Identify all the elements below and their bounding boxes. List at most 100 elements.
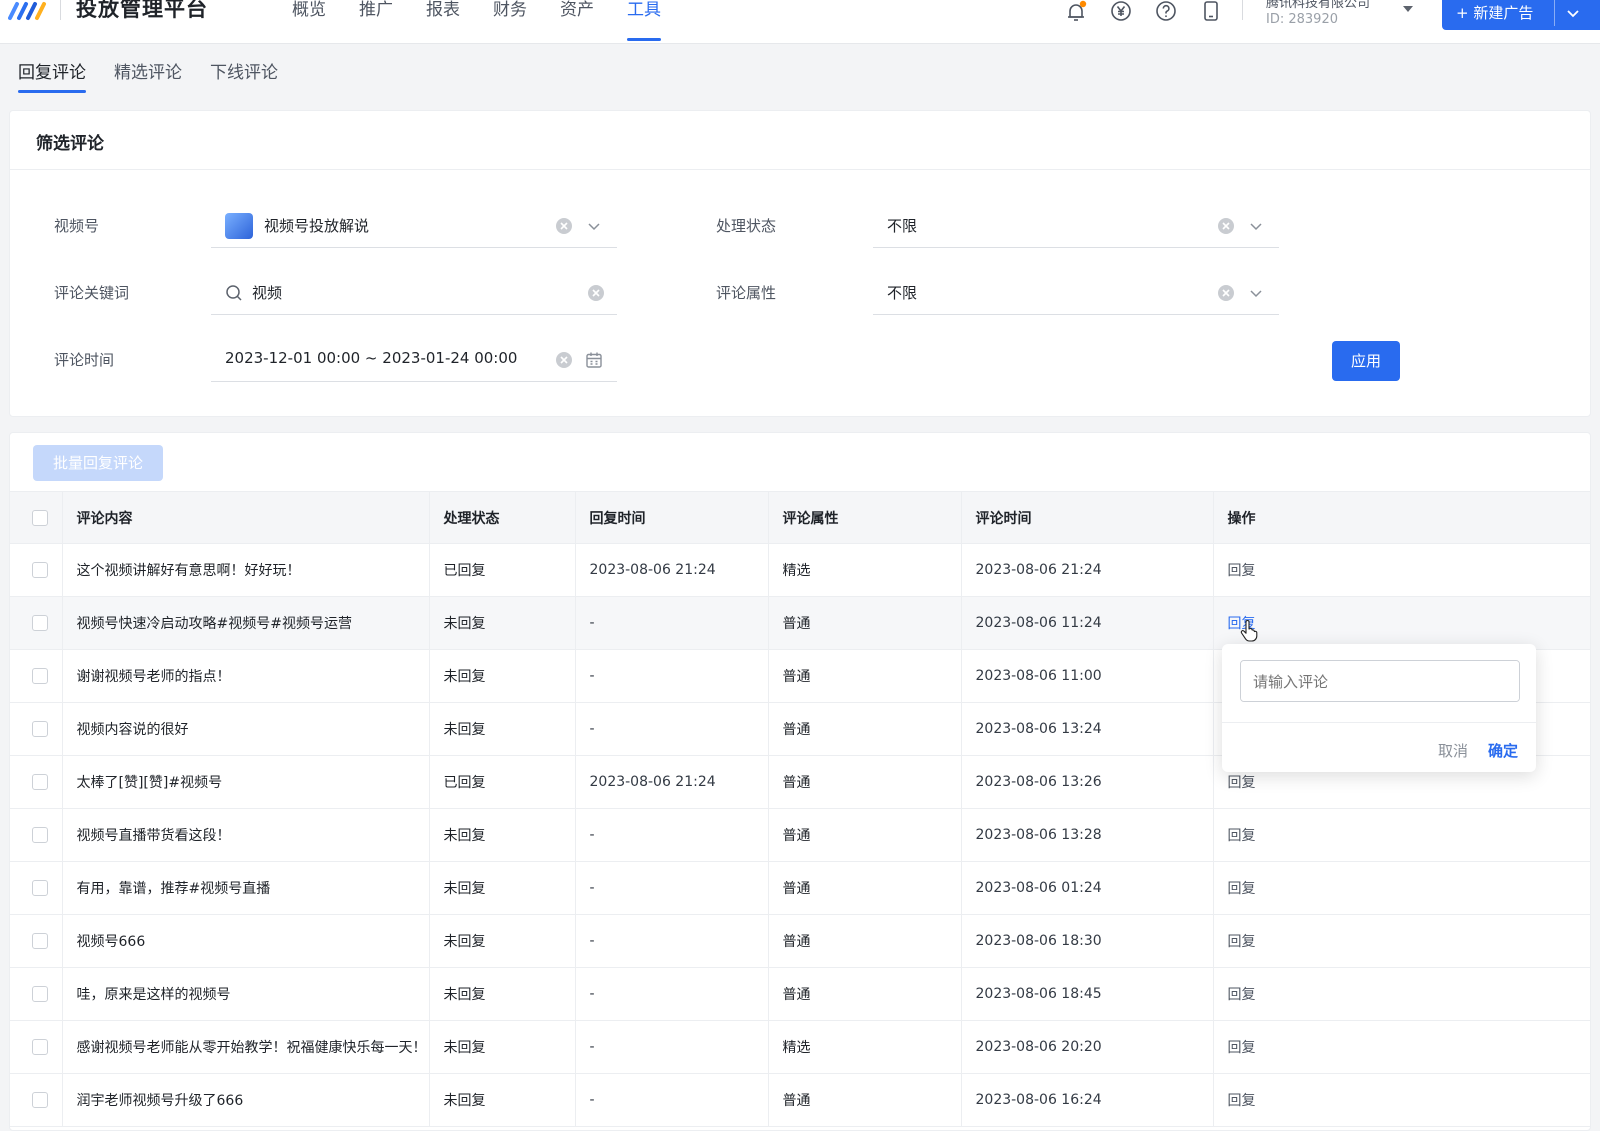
cancel-button[interactable]: 取消 [1438,740,1468,761]
chevron-down-icon[interactable] [587,219,601,233]
company-name[interactable]: 腾讯科技有限公司 [1266,0,1370,11]
chevron-down-icon[interactable] [1249,286,1263,300]
keyword-label: 评论关键词 [54,284,130,302]
comment-content: 视频号666 [62,914,430,968]
row-select-cell [10,861,63,915]
reply-link[interactable]: 回复 [1228,563,1256,579]
reply-link[interactable]: 回复 [1228,1040,1256,1056]
column-header-action: 操作 [1213,491,1590,544]
nav-promotion[interactable]: 推广 [359,0,393,36]
reply-link[interactable]: 回复 [1228,881,1256,897]
status-select[interactable]: 不限 [873,204,1279,248]
status-label: 处理状态 [716,217,777,235]
comment-content: 哇，原来是这样的视频号 [62,967,430,1021]
attr-select[interactable]: 不限 [873,271,1279,315]
table-row: 有用，靠谱，推荐#视频号直播 未回复 - 普通 2023-08-06 01:24… [10,861,1590,915]
reply-link[interactable]: 回复 [1228,934,1256,950]
reply-time: - [575,808,769,862]
comment-attribute: 普通 [768,1073,962,1127]
reply-time: - [575,596,769,650]
action-cell: 回复 [1213,861,1590,915]
calendar-icon[interactable] [585,351,603,369]
channel-select[interactable]: 视频号投放解说 [211,204,617,248]
nav-finance[interactable]: 财务 [493,0,527,36]
tab-offline-comments[interactable]: 下线评论 [210,58,278,92]
reply-time: - [575,1073,769,1127]
row-checkbox[interactable] [32,774,48,790]
tab-featured-comments[interactable]: 精选评论 [114,58,182,92]
comment-time: 2023-08-06 11:00 [961,649,1214,703]
keyword-value: 视频 [252,284,283,302]
reply-link[interactable]: 回复 [1228,775,1256,791]
nav-assets[interactable]: 资产 [560,0,594,36]
clear-icon[interactable] [555,217,573,235]
top-bar: 投放管理平台 概览 推广 报表 财务 资产 工具 腾讯科技有限公司 ID: 28… [0,0,1600,44]
row-checkbox[interactable] [32,721,48,737]
select-all-checkbox[interactable] [32,509,48,526]
chevron-down-icon[interactable] [1249,219,1263,233]
row-checkbox[interactable] [32,562,48,578]
yuan-icon[interactable] [1109,0,1133,24]
new-ad-button[interactable]: + 新建广告 [1442,0,1600,30]
reply-link[interactable]: 回复 [1228,1093,1256,1109]
comment-attribute: 普通 [768,967,962,1021]
clear-icon[interactable] [1217,217,1235,235]
row-checkbox[interactable] [32,880,48,896]
clear-icon[interactable] [555,351,573,369]
confirm-button[interactable]: 确定 [1488,740,1518,761]
comment-content: 视频号快速冷启动攻略#视频号#视频号运营 [62,596,430,650]
reply-time: 2023-08-06 21:24 [575,755,769,809]
comment-time: 2023-08-06 20:20 [961,1020,1214,1074]
row-select-cell [10,543,63,597]
table-row: 视频号快速冷启动攻略#视频号#视频号运营 未回复 - 普通 2023-08-06… [10,596,1590,650]
table-row: 哇，原来是这样的视频号 未回复 - 普通 2023-08-06 18:45 回复 [10,967,1590,1021]
nav-overview[interactable]: 概览 [292,0,326,36]
comment-content: 润宇老师视频号升级了666 [62,1073,430,1127]
comment-content: 感谢视频号老师能从零开始教学！祝福健康快乐每一天！ [62,1020,430,1074]
brand-logo[interactable] [8,0,48,22]
filter-panel: 筛选评论 视频号 视频号投放解说 处理状态 不限 评论关键词 视频 评论属性 不… [9,110,1591,417]
row-checkbox[interactable] [32,986,48,1002]
reply-time: 2023-08-06 21:24 [575,543,769,597]
apply-button[interactable]: 应用 [1332,341,1400,381]
comment-content: 谢谢视频号老师的指点！ [62,649,430,703]
tab-reply-comments[interactable]: 回复评论 [18,58,86,93]
row-checkbox[interactable] [32,615,48,631]
hand-cursor-icon [1240,620,1258,642]
row-select-cell [10,1020,63,1074]
clear-icon[interactable] [587,284,605,302]
account-caret-icon[interactable] [1402,4,1414,14]
nav-reports[interactable]: 报表 [426,0,460,36]
row-select-cell [10,596,63,650]
time-range-picker[interactable]: 2023-12-01 00:00 ~ 2023-01-24 00:00 [211,338,617,382]
row-checkbox[interactable] [32,668,48,684]
table-row: 视频号666 未回复 - 普通 2023-08-06 18:30 回复 [10,914,1590,968]
row-checkbox[interactable] [32,933,48,949]
row-select-cell [10,755,63,809]
nav-tools[interactable]: 工具 [627,0,661,41]
bell-icon[interactable] [1064,0,1088,24]
comment-status: 未回复 [429,967,576,1021]
company-id: ID: 283920 [1266,12,1338,27]
help-icon[interactable] [1154,0,1178,24]
reply-link[interactable]: 回复 [1228,828,1256,844]
reply-time: - [575,702,769,756]
comment-status: 未回复 [429,1073,576,1127]
attr-label: 评论属性 [716,284,777,302]
comment-time: 2023-08-06 13:28 [961,808,1214,862]
batch-reply-button[interactable]: 批量回复评论 [33,445,163,481]
mobile-icon[interactable] [1199,0,1223,24]
row-checkbox[interactable] [32,827,48,843]
logo-divider [60,0,61,20]
clear-icon[interactable] [1217,284,1235,302]
row-checkbox[interactable] [32,1092,48,1108]
action-cell: 回复 [1213,808,1590,862]
keyword-input[interactable]: 视频 [211,271,617,315]
reply-comment-input[interactable] [1240,660,1520,702]
comment-time: 2023-08-06 11:24 [961,596,1214,650]
row-checkbox[interactable] [32,1039,48,1055]
reply-link[interactable]: 回复 [1228,987,1256,1003]
chevron-down-icon[interactable] [1564,4,1582,22]
column-header-comment-time: 评论时间 [961,491,1214,544]
comment-tabs: 回复评论 精选评论 下线评论 [18,58,306,93]
